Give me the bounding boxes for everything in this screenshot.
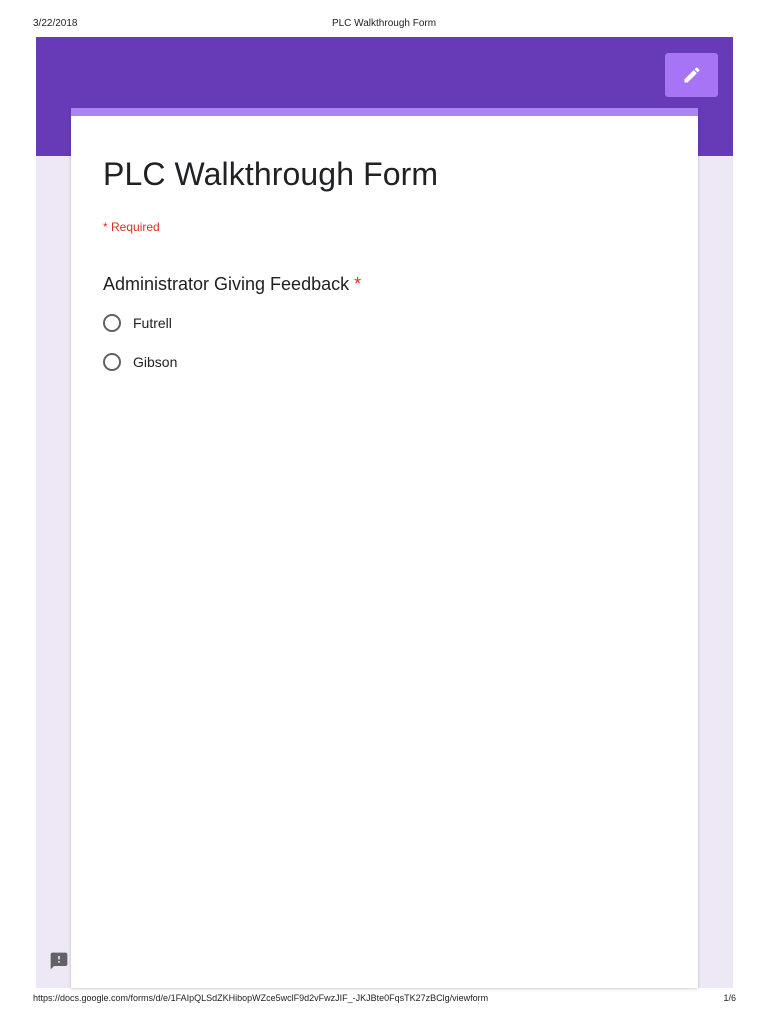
- option-label: Futrell: [133, 315, 172, 331]
- edit-button[interactable]: [665, 53, 718, 97]
- print-footer: https://docs.google.com/forms/d/e/1FAIpQ…: [0, 993, 768, 1007]
- pencil-icon: [684, 67, 700, 83]
- print-url: https://docs.google.com/forms/d/e/1FAIpQ…: [33, 993, 489, 1003]
- radio-option-futrell[interactable]: Futrell: [103, 314, 172, 332]
- print-page-number: 1/6: [723, 993, 736, 1003]
- required-asterisk: *: [354, 274, 362, 294]
- print-title: PLC Walkthrough Form: [331, 18, 437, 29]
- form-card: PLC Walkthrough Form * Required Administ…: [71, 108, 698, 988]
- form-title: PLC Walkthrough Form: [103, 156, 439, 192]
- report-problem-icon[interactable]: [49, 951, 69, 971]
- print-header: 3/22/2018 PLC Walkthrough Form: [0, 18, 768, 32]
- radio-option-gibson[interactable]: Gibson: [103, 353, 177, 371]
- radio-button[interactable]: [103, 314, 121, 332]
- question-label: Administrator Giving Feedback *: [103, 274, 361, 295]
- radio-button[interactable]: [103, 353, 121, 371]
- question-text: Administrator Giving Feedback: [103, 274, 350, 294]
- option-label: Gibson: [133, 354, 178, 370]
- required-note: * Required: [103, 220, 160, 234]
